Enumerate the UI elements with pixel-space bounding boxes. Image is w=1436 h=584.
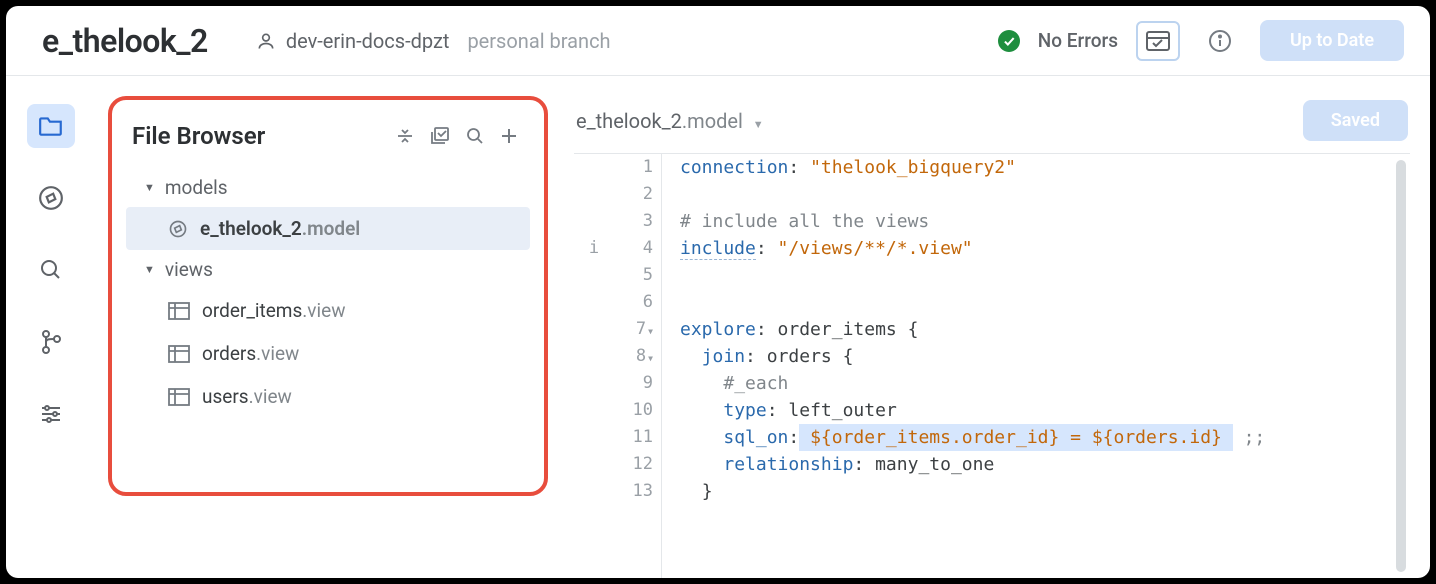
success-check-icon	[998, 30, 1020, 52]
folder-label: views	[165, 258, 213, 281]
view-file-icon	[168, 302, 190, 320]
gutter-info: i	[574, 154, 614, 578]
no-errors-label: No Errors	[1038, 29, 1118, 52]
folder-label: models	[165, 176, 228, 199]
chevron-down-icon: ▼	[144, 181, 155, 194]
collapse-icon[interactable]	[396, 127, 414, 145]
bulk-check-icon[interactable]	[430, 127, 450, 145]
editor-panel: e_thelook_2.model ▼ Saved i 1 2 3 4 5 6 …	[548, 76, 1430, 578]
code-content[interactable]: connection: "thelook_bigquery2" # includ…	[662, 154, 1410, 578]
project-name: e_thelook_2	[42, 22, 208, 60]
validate-button[interactable]	[1136, 21, 1180, 61]
file-browser-nav-icon[interactable]	[27, 104, 75, 148]
git-nav-icon[interactable]	[27, 320, 75, 364]
file-label: order_items.view	[202, 299, 345, 322]
header-bar: e_thelook_2 dev-erin-docs-dpzt personal …	[6, 6, 1430, 76]
chevron-down-icon: ▼	[144, 263, 155, 276]
gutter-lines: 1 2 3 4 5 6 7▼ 8▼ 9 10 11 12 13	[614, 154, 662, 578]
file-label: users.view	[202, 385, 292, 408]
file-view[interactable]: order_items.view	[126, 289, 530, 332]
file-browser-title: File Browser	[132, 122, 396, 150]
branch-name: dev-erin-docs-dpzt	[286, 29, 450, 53]
info-button[interactable]	[1198, 21, 1242, 61]
user-icon	[256, 31, 276, 51]
search-icon[interactable]	[466, 127, 484, 145]
view-file-icon	[168, 388, 190, 406]
search-nav-icon[interactable]	[27, 248, 75, 292]
model-file-icon	[168, 219, 188, 239]
file-model-selected[interactable]: e_thelook_2.model	[126, 207, 530, 250]
branch-picker[interactable]: dev-erin-docs-dpzt personal branch	[256, 29, 611, 53]
add-icon[interactable]	[500, 127, 518, 145]
file-label: orders.view	[202, 342, 299, 365]
chevron-down-icon: ▼	[753, 118, 764, 131]
file-view[interactable]: orders.view	[126, 332, 530, 375]
left-rail	[6, 76, 96, 578]
file-browser-panel: File Browser ▼ models e_thelook_2.model …	[108, 96, 548, 496]
view-file-icon	[168, 345, 190, 363]
editor-tab[interactable]: e_thelook_2.model ▼	[576, 109, 764, 133]
explore-nav-icon[interactable]	[27, 176, 75, 220]
saved-button[interactable]: Saved	[1303, 100, 1408, 141]
scrollbar[interactable]	[1396, 160, 1406, 572]
code-editor[interactable]: i 1 2 3 4 5 6 7▼ 8▼ 9 10 11 12 13	[574, 153, 1410, 578]
settings-nav-icon[interactable]	[27, 392, 75, 436]
folder-views[interactable]: ▼ views	[126, 250, 530, 289]
folder-models[interactable]: ▼ models	[126, 168, 530, 207]
uptodate-button[interactable]: Up to Date	[1260, 20, 1404, 61]
file-label: e_thelook_2.model	[200, 217, 360, 240]
branch-hint: personal branch	[467, 29, 610, 53]
file-view[interactable]: users.view	[126, 375, 530, 418]
